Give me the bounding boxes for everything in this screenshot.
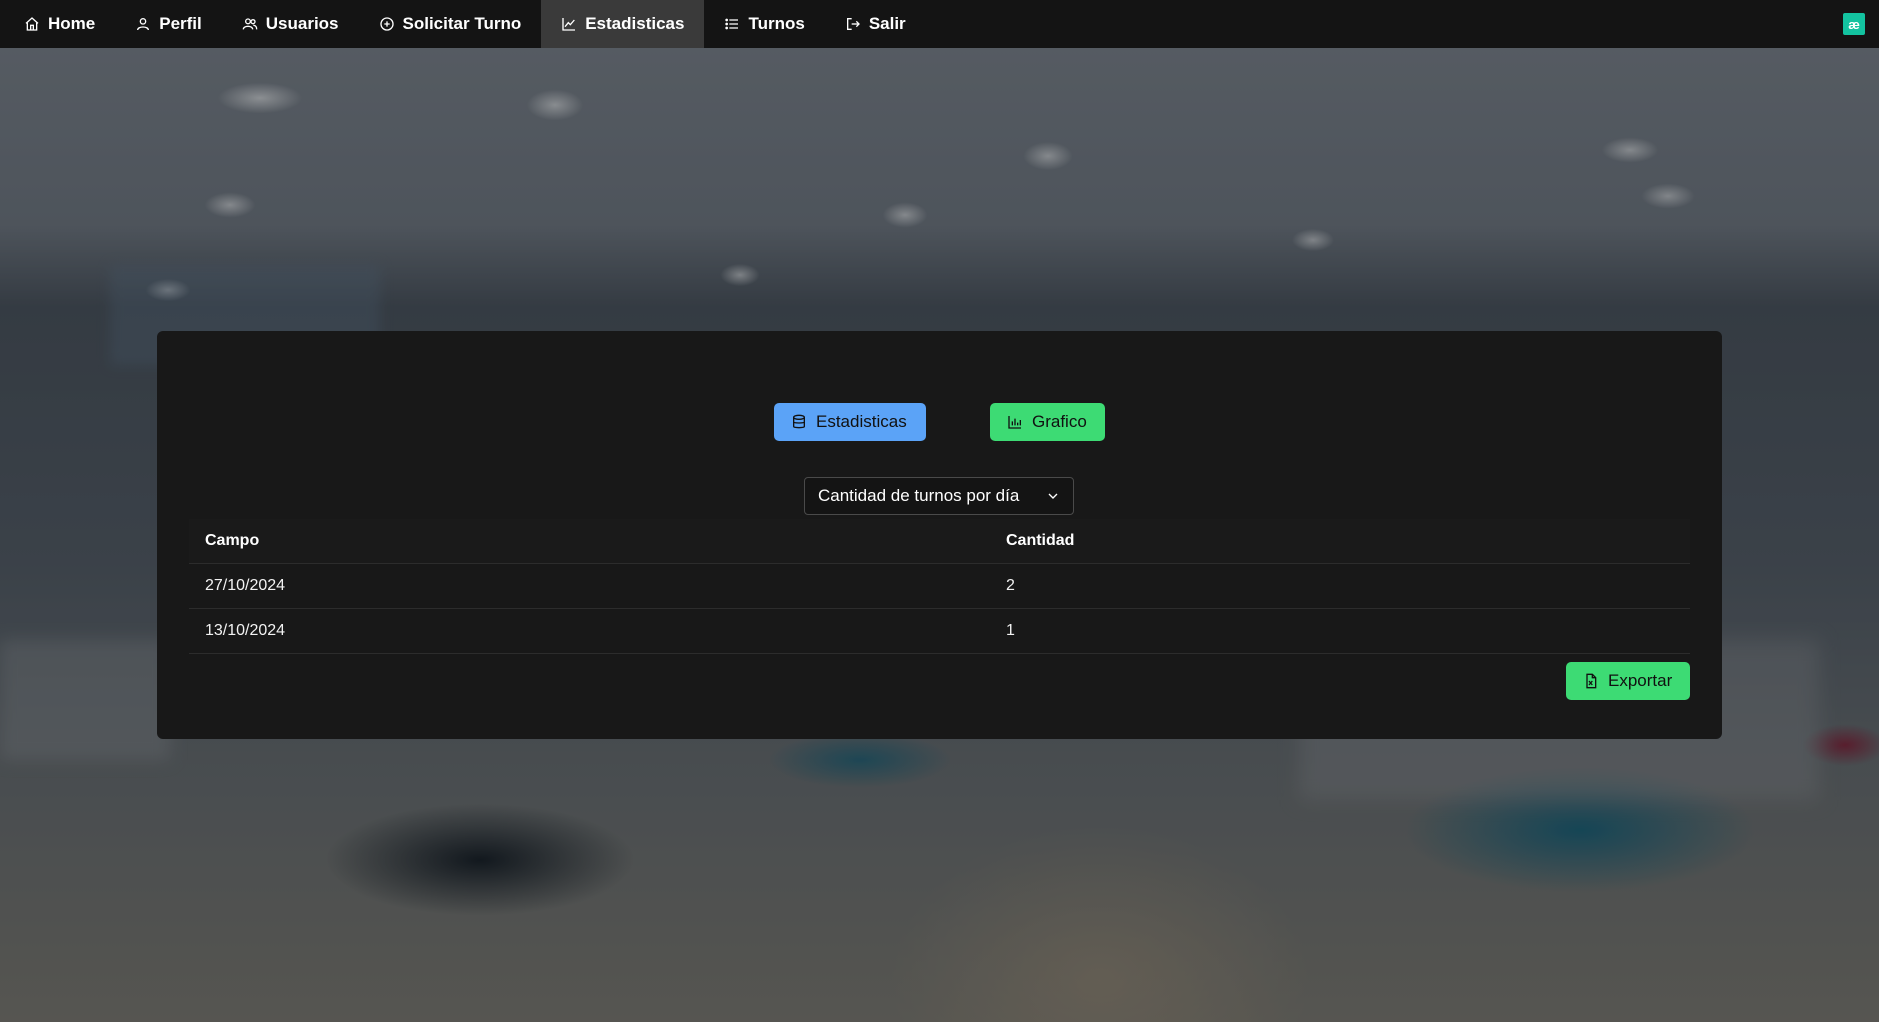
grafico-button-label: Grafico (1032, 412, 1087, 431)
nav-salir[interactable]: Salir (825, 0, 926, 48)
chevron-down-icon (1048, 493, 1058, 499)
excel-file-icon (1586, 673, 1597, 689)
exportar-button-label: Exportar (1608, 671, 1673, 690)
table-header-row: Campo Cantidad (189, 519, 1690, 564)
nav-usuarios[interactable]: Usuarios (222, 0, 359, 48)
nav-home-label: Home (48, 14, 96, 33)
home-icon (25, 17, 39, 31)
nav-turnos-label: Turnos (748, 14, 805, 33)
table-row: 27/10/2024 2 (189, 563, 1690, 609)
cell-cantidad: 2 (990, 563, 1690, 609)
stat-type-select[interactable]: Cantidad de turnos por día (804, 477, 1074, 515)
logout-icon (846, 18, 860, 30)
column-header-campo: Campo (189, 519, 990, 564)
estadisticas-button[interactable]: Estadisticas (774, 403, 926, 441)
list-icon (725, 18, 739, 30)
stats-table: Campo Cantidad 27/10/2024 2 13/10/2024 1 (189, 519, 1690, 654)
statistics-card: Estadisticas Grafico Cantidad de turnos … (157, 331, 1722, 739)
background-counter (0, 640, 170, 760)
grafico-button[interactable]: Grafico (990, 403, 1105, 441)
bar-chart-icon (1008, 416, 1021, 429)
plus-circle-icon (379, 17, 394, 31)
top-navbar: Home Perfil Usuarios Solicitar Turno Est… (0, 0, 1879, 48)
table-row: 13/10/2024 1 (189, 608, 1690, 654)
estadisticas-button-label: Estadisticas (816, 412, 907, 431)
cell-campo: 27/10/2024 (189, 563, 990, 609)
chart-line-icon (562, 18, 576, 31)
nav-estadisticas[interactable]: Estadisticas (541, 0, 705, 48)
cell-cantidad: 1 (990, 608, 1690, 654)
nav-turnos[interactable]: Turnos (704, 0, 824, 48)
nav-salir-label: Salir (868, 14, 906, 33)
nav-estadisticas-label: Estadisticas (585, 14, 685, 33)
nav-solicitar-turno[interactable]: Solicitar Turno (359, 0, 542, 48)
user-icon (137, 18, 150, 31)
nav-perfil[interactable]: Perfil (115, 0, 222, 48)
database-icon (793, 414, 805, 429)
nav-home[interactable]: Home (4, 0, 115, 48)
stat-type-select-value: Cantidad de turnos por día (818, 486, 1020, 505)
cell-campo: 13/10/2024 (189, 608, 990, 654)
nav-perfil-label: Perfil (159, 14, 202, 33)
exportar-button[interactable]: Exportar (1566, 662, 1690, 700)
nav-solicitar-turno-label: Solicitar Turno (402, 14, 522, 33)
column-header-cantidad: Cantidad (990, 519, 1690, 564)
users-icon (242, 18, 258, 30)
nav-usuarios-label: Usuarios (265, 14, 339, 33)
extension-badge-icon[interactable]: æ (1843, 13, 1865, 35)
